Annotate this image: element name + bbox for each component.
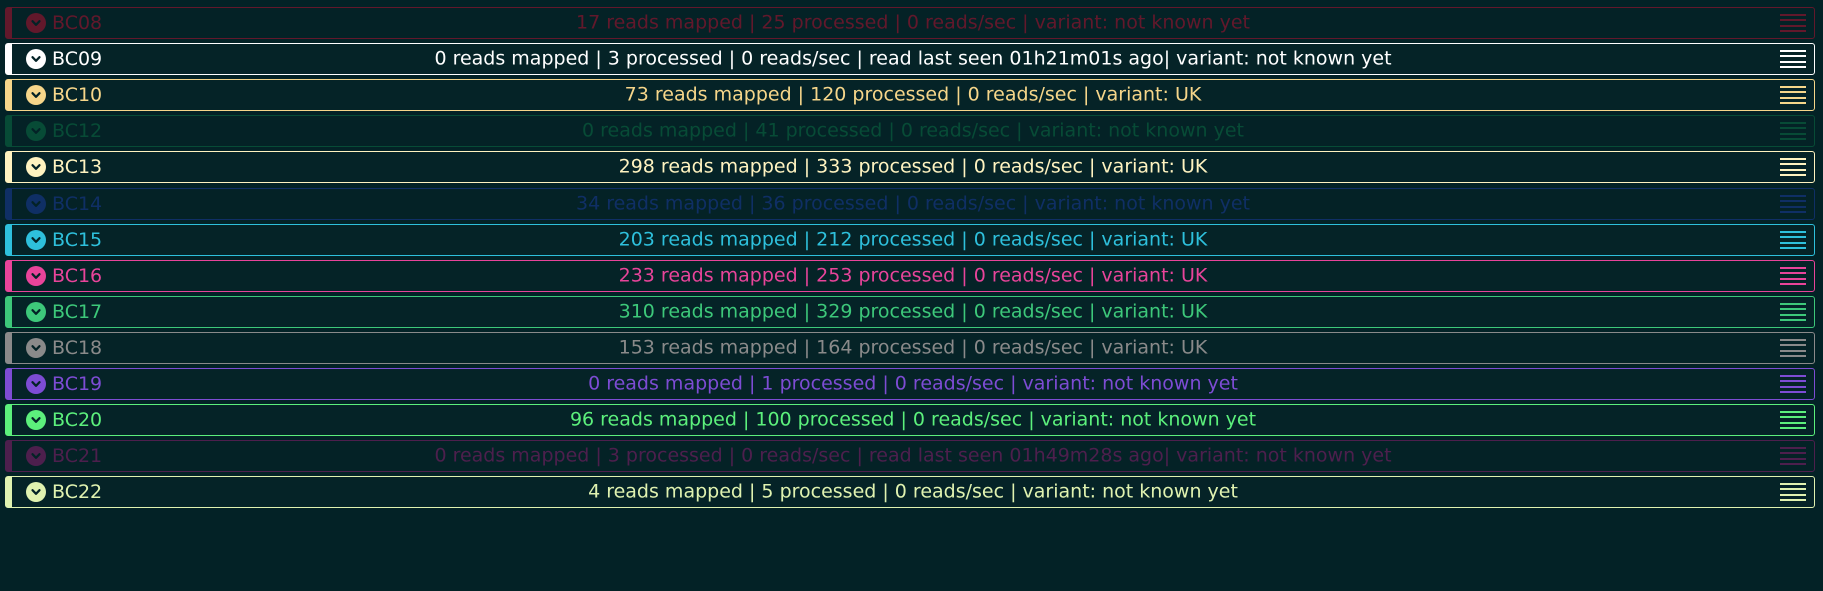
chevron-down-icon[interactable]	[26, 482, 46, 502]
barcode-stats: 203 reads mapped | 212 processed | 0 rea…	[618, 228, 1208, 251]
barcode-row-bc22[interactable]: BC22 4 reads mapped | 5 processed | 0 rea…	[5, 476, 1815, 508]
barcode-label: BC14	[52, 193, 103, 215]
barcode-stats: 310 reads mapped | 329 processed | 0 rea…	[618, 300, 1208, 323]
barcode-row-bc18[interactable]: BC18 153 reads mapped | 164 processed | 0…	[5, 332, 1815, 364]
hamburger-menu-icon[interactable]	[1780, 303, 1806, 321]
barcode-label: BC15	[52, 229, 103, 251]
barcode-label: BC20	[52, 409, 103, 431]
barcode-label: BC12	[52, 120, 103, 142]
barcode-stats: 0 reads mapped | 3 processed | 0 reads/s…	[434, 444, 1392, 467]
chevron-down-icon[interactable]	[26, 446, 46, 466]
barcode-stats: 73 reads mapped | 120 processed | 0 read…	[624, 83, 1202, 106]
barcode-row-bc15[interactable]: BC15 203 reads mapped | 212 processed | 0…	[5, 224, 1815, 256]
barcode-label: BC08	[52, 12, 103, 34]
barcode-row-bc14[interactable]: BC14 34 reads mapped | 36 processed | 0 r…	[5, 188, 1815, 220]
barcode-stats: 233 reads mapped | 253 processed | 0 rea…	[618, 264, 1208, 287]
barcode-row-bc13[interactable]: BC13 298 reads mapped | 333 processed | 0…	[5, 151, 1815, 183]
barcode-row-bc10[interactable]: BC10 73 reads mapped | 120 processed | 0 …	[5, 79, 1815, 111]
chevron-down-icon[interactable]	[26, 302, 46, 322]
barcode-label: BC13	[52, 156, 103, 178]
barcode-row-bc21[interactable]: BC21 0 reads mapped | 3 processed | 0 rea…	[5, 440, 1815, 472]
chevron-down-icon[interactable]	[26, 194, 46, 214]
chevron-down-icon[interactable]	[26, 338, 46, 358]
hamburger-menu-icon[interactable]	[1780, 86, 1806, 104]
chevron-down-icon[interactable]	[26, 374, 46, 394]
hamburger-menu-icon[interactable]	[1780, 195, 1806, 213]
chevron-down-icon[interactable]	[26, 157, 46, 177]
barcode-row-bc16[interactable]: BC16 233 reads mapped | 253 processed | 0…	[5, 260, 1815, 292]
chevron-down-icon[interactable]	[26, 13, 46, 33]
barcode-stats: 0 reads mapped | 1 processed | 0 reads/s…	[588, 372, 1238, 395]
barcode-list: BC08 17 reads mapped | 25 processed | 0 r…	[0, 0, 1823, 591]
barcode-label: BC16	[52, 265, 103, 287]
barcode-row-bc20[interactable]: BC20 96 reads mapped | 100 processed | 0 …	[5, 404, 1815, 436]
chevron-down-icon[interactable]	[26, 49, 46, 69]
barcode-label: BC09	[52, 48, 103, 70]
hamburger-menu-icon[interactable]	[1780, 122, 1806, 140]
barcode-label: BC10	[52, 84, 103, 106]
barcode-label: BC19	[52, 373, 103, 395]
hamburger-menu-icon[interactable]	[1780, 50, 1806, 68]
barcode-row-bc19[interactable]: BC19 0 reads mapped | 1 processed | 0 rea…	[5, 368, 1815, 400]
barcode-stats: 4 reads mapped | 5 processed | 0 reads/s…	[588, 480, 1238, 503]
barcode-row-bc12[interactable]: BC12 0 reads mapped | 41 processed | 0 re…	[5, 115, 1815, 147]
hamburger-menu-icon[interactable]	[1780, 483, 1806, 501]
hamburger-menu-icon[interactable]	[1780, 267, 1806, 285]
barcode-stats: 153 reads mapped | 164 processed | 0 rea…	[618, 336, 1208, 359]
hamburger-menu-icon[interactable]	[1780, 411, 1806, 429]
barcode-label: BC17	[52, 301, 103, 323]
chevron-down-icon[interactable]	[26, 266, 46, 286]
barcode-row-bc09[interactable]: BC09 0 reads mapped | 3 processed | 0 rea…	[5, 43, 1815, 75]
hamburger-menu-icon[interactable]	[1780, 339, 1806, 357]
barcode-label: BC21	[52, 445, 103, 467]
chevron-down-icon[interactable]	[26, 121, 46, 141]
chevron-down-icon[interactable]	[26, 85, 46, 105]
barcode-label: BC18	[52, 337, 103, 359]
chevron-down-icon[interactable]	[26, 410, 46, 430]
barcode-label: BC22	[52, 481, 103, 503]
barcode-row-bc08[interactable]: BC08 17 reads mapped | 25 processed | 0 r…	[5, 7, 1815, 39]
hamburger-menu-icon[interactable]	[1780, 375, 1806, 393]
barcode-stats: 0 reads mapped | 41 processed | 0 reads/…	[582, 119, 1244, 142]
barcode-row-bc17[interactable]: BC17 310 reads mapped | 329 processed | 0…	[5, 296, 1815, 328]
barcode-stats: 0 reads mapped | 3 processed | 0 reads/s…	[434, 47, 1392, 70]
barcode-stats: 96 reads mapped | 100 processed | 0 read…	[569, 408, 1257, 431]
barcode-stats: 298 reads mapped | 333 processed | 0 rea…	[618, 155, 1208, 178]
chevron-down-icon[interactable]	[26, 230, 46, 250]
barcode-stats: 34 reads mapped | 36 processed | 0 reads…	[575, 192, 1251, 215]
hamburger-menu-icon[interactable]	[1780, 231, 1806, 249]
hamburger-menu-icon[interactable]	[1780, 447, 1806, 465]
hamburger-menu-icon[interactable]	[1780, 14, 1806, 32]
barcode-stats: 17 reads mapped | 25 processed | 0 reads…	[575, 11, 1251, 34]
hamburger-menu-icon[interactable]	[1780, 158, 1806, 176]
